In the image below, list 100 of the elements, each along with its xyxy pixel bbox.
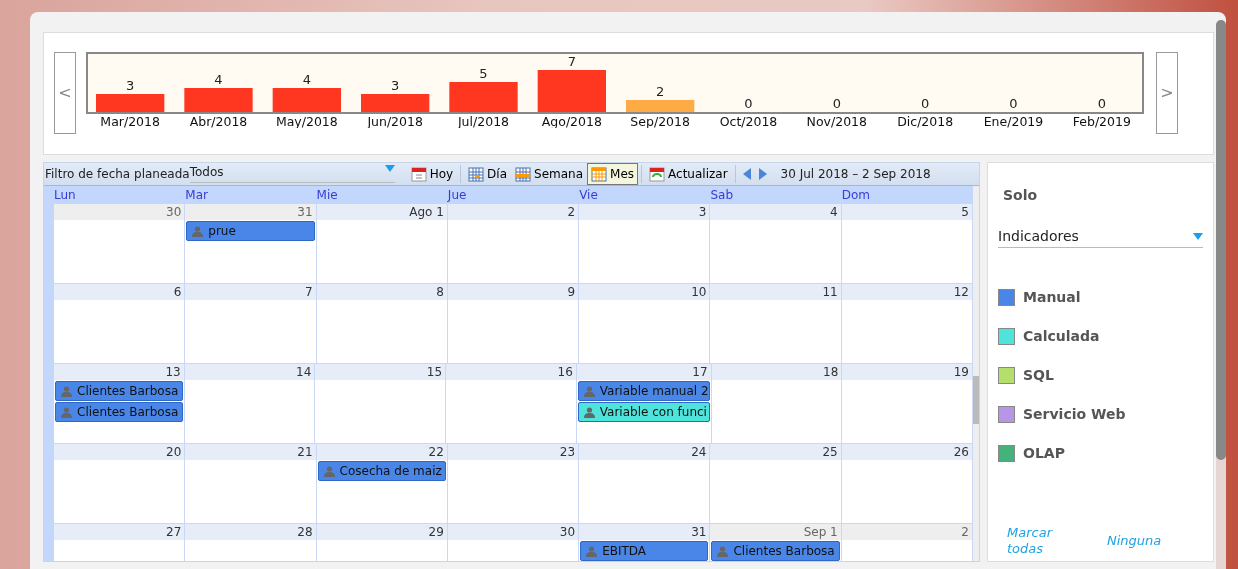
axis-label: May/2018: [275, 114, 338, 128]
day-number: Ago 1: [316, 204, 447, 220]
day-cell[interactable]: 15: [315, 364, 447, 444]
day-cell[interactable]: 13 Clientes Barbosa Clientes Barbosa: [54, 364, 185, 444]
axis-label: Jul/2018: [457, 114, 510, 128]
day-cell[interactable]: 5: [841, 204, 973, 284]
person-icon: [583, 385, 595, 397]
day-cell[interactable]: 10: [579, 284, 711, 364]
axis-label: Mar/2018: [100, 114, 160, 128]
day-cell[interactable]: 24: [579, 444, 711, 524]
view-button[interactable]: Semana: [511, 163, 588, 185]
day-cell[interactable]: 11: [710, 284, 842, 364]
day-cell[interactable]: 7: [185, 284, 317, 364]
legend-label: Calculada: [1023, 327, 1100, 346]
view-button[interactable]: Día: [464, 163, 512, 185]
day-cell[interactable]: 6: [54, 284, 186, 364]
day-number: 25: [710, 444, 841, 460]
bar-value: 0: [921, 96, 930, 111]
day-cell[interactable]: 19: [842, 364, 973, 444]
legend-label: Servicio Web: [1023, 405, 1126, 424]
today-icon: [410, 166, 427, 182]
weekday-label: Dom: [841, 187, 871, 204]
date-range: 30 Jul 2018 – 2 Sep 2018: [780, 166, 931, 183]
day-number: 23: [447, 444, 579, 460]
day-cell[interactable]: 17 Variable manual 2 Variable con funci: [576, 364, 712, 444]
bar[interactable]: [537, 70, 606, 112]
bar-value: 0: [744, 96, 753, 111]
event[interactable]: Clientes Barbosa: [711, 541, 840, 561]
person-icon: [61, 406, 72, 418]
axis-label: Abr/2018: [189, 114, 248, 128]
event[interactable]: Variable manual 2: [577, 381, 710, 401]
day-number: 16: [446, 364, 576, 380]
bar-value: 0: [1009, 96, 1018, 111]
bar[interactable]: [626, 100, 695, 112]
day-cell[interactable]: 30: [447, 524, 580, 561]
axis-label: Oct/2018: [719, 114, 778, 128]
event[interactable]: Clientes Barbosa: [55, 402, 183, 422]
bar-value: 2: [656, 84, 665, 99]
day-cell[interactable]: 18: [711, 364, 843, 444]
bar[interactable]: [184, 88, 253, 112]
bar[interactable]: [449, 82, 518, 112]
bar-value: 4: [302, 72, 311, 87]
type-select[interactable]: Indicadores: [998, 226, 1203, 248]
day-number: 18: [711, 364, 842, 380]
previous-button[interactable]: <: [54, 52, 76, 134]
view-button[interactable]: Actualizar: [645, 163, 732, 185]
day-cell[interactable]: 29: [316, 524, 448, 561]
day-cell[interactable]: 23: [447, 444, 580, 524]
day-cell[interactable]: Sep 1 Clientes Barbosa: [710, 524, 842, 561]
day-cell[interactable]: 30: [54, 204, 186, 284]
day-cell[interactable]: 8: [316, 284, 448, 364]
event[interactable]: EBITDA: [580, 541, 709, 561]
event[interactable]: Clientes Barbosa: [55, 381, 183, 401]
bar-value: 0: [832, 96, 841, 111]
day-number: 15: [315, 364, 446, 380]
day-number: 2: [447, 204, 579, 220]
day-cell[interactable]: Ago 1: [316, 204, 448, 284]
day-cell[interactable]: 16: [446, 364, 577, 444]
bar[interactable]: [272, 88, 341, 112]
day-cell[interactable]: 31 prue: [185, 204, 317, 284]
person-icon: [586, 545, 598, 557]
bar[interactable]: [96, 94, 165, 112]
day-cell[interactable]: 22 Cosecha de maiz: [316, 444, 448, 524]
day-cell[interactable]: 2: [841, 524, 973, 561]
weekday-label: Vie: [579, 187, 599, 204]
day-number: 30: [447, 524, 579, 540]
arrow-left-icon: [742, 168, 751, 180]
bar-value: 4: [214, 72, 223, 87]
day-number: 24: [579, 444, 710, 460]
day-cell[interactable]: 14: [184, 364, 316, 444]
page-scrollbar[interactable]: [1216, 20, 1226, 569]
day-cell[interactable]: 25: [710, 444, 842, 524]
day-cell[interactable]: 21: [185, 444, 317, 524]
day-number: 27: [54, 524, 185, 540]
event[interactable]: prue: [186, 221, 315, 241]
day-cell[interactable]: 26: [841, 444, 973, 524]
day-cell[interactable]: 28: [185, 524, 317, 561]
person-icon: [61, 385, 72, 397]
day-number: 2: [841, 524, 972, 540]
next-button[interactable]: >: [1156, 52, 1178, 134]
axis-label: Nov/2018: [806, 114, 868, 128]
filter-label: Filtro de fecha planeada: [44, 167, 190, 183]
event[interactable]: Variable con funci: [577, 402, 710, 422]
day-number: 26: [841, 444, 972, 460]
day-cell[interactable]: 3: [579, 204, 711, 284]
bar[interactable]: [361, 94, 430, 112]
view-button[interactable]: Hoy: [406, 163, 458, 185]
day-cell[interactable]: 31 EBITDA: [579, 524, 711, 561]
day-number: 8: [316, 284, 447, 300]
calendar-scrollbar[interactable]: [973, 186, 979, 561]
day-cell[interactable]: 12: [841, 284, 973, 364]
axis-label: Ene/2019: [983, 114, 1044, 128]
day-cell[interactable]: 9: [447, 284, 580, 364]
day-cell[interactable]: 2: [447, 204, 580, 284]
event[interactable]: Cosecha de maiz: [317, 461, 446, 481]
view-button[interactable]: Mes: [587, 163, 639, 185]
day-cell[interactable]: 20: [54, 444, 186, 524]
day-cell[interactable]: 27: [54, 524, 186, 561]
day-cell[interactable]: 4: [710, 204, 842, 284]
filter-select[interactable]: Todos: [189, 165, 395, 183]
